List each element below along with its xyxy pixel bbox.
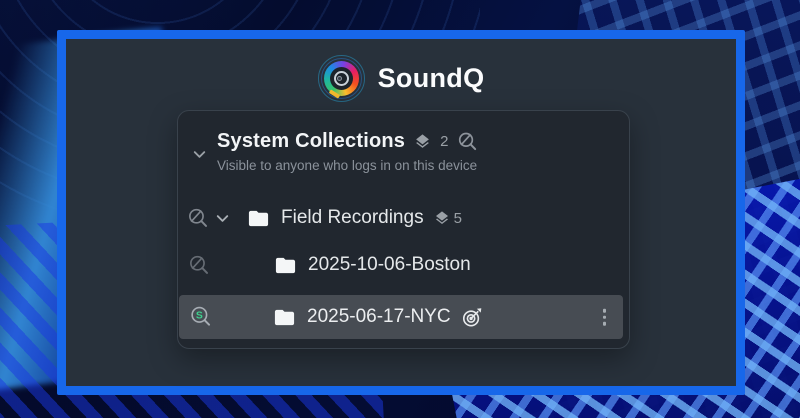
page-title: System Collections (217, 129, 406, 152)
screenshot-stage: SoundQ System Collections 2 Visible to a… (0, 0, 800, 418)
target-icon (461, 306, 484, 329)
brand-name: SoundQ (377, 62, 485, 93)
collections-header: System Collections 2 (217, 127, 478, 155)
layers-icon (434, 210, 450, 226)
tree-row-nyc-selected[interactable]: S 2025-06-17-NYC (179, 295, 623, 339)
folder-icon (273, 306, 296, 329)
app-window: SoundQ System Collections 2 Visible to a… (57, 30, 745, 395)
scan-badge-letter: S (196, 311, 203, 322)
tree-row-label: 2025-06-17-NYC (307, 306, 451, 327)
folder-icon (247, 207, 270, 230)
soundq-logo-icon (317, 54, 365, 102)
search-off-icon[interactable] (188, 254, 210, 276)
folder-count: 5 (453, 209, 462, 227)
tree-row-label: 2025-10-06-Boston (308, 254, 471, 275)
kebab-menu-icon[interactable] (600, 306, 610, 329)
tree-row-field-recordings[interactable]: Field Recordings 5 (178, 197, 629, 239)
chevron-down-icon[interactable] (213, 209, 232, 228)
layers-icon (414, 133, 431, 150)
collections-collapse-chevron-down-icon[interactable] (190, 145, 209, 164)
system-collections-card: System Collections 2 Visible to anyone w… (177, 110, 630, 349)
tree-row-boston[interactable]: 2025-10-06-Boston (178, 244, 629, 286)
search-off-icon[interactable] (187, 207, 209, 229)
collections-subtitle: Visible to anyone who logs in on this de… (217, 158, 478, 173)
search-off-icon[interactable] (457, 131, 478, 152)
tree-row-label: Field Recordings (281, 207, 424, 228)
collections-count: 2 (440, 132, 449, 150)
folder-icon (274, 254, 297, 277)
brand-header: SoundQ (66, 52, 736, 104)
search-scanned-icon[interactable]: S (189, 305, 213, 329)
